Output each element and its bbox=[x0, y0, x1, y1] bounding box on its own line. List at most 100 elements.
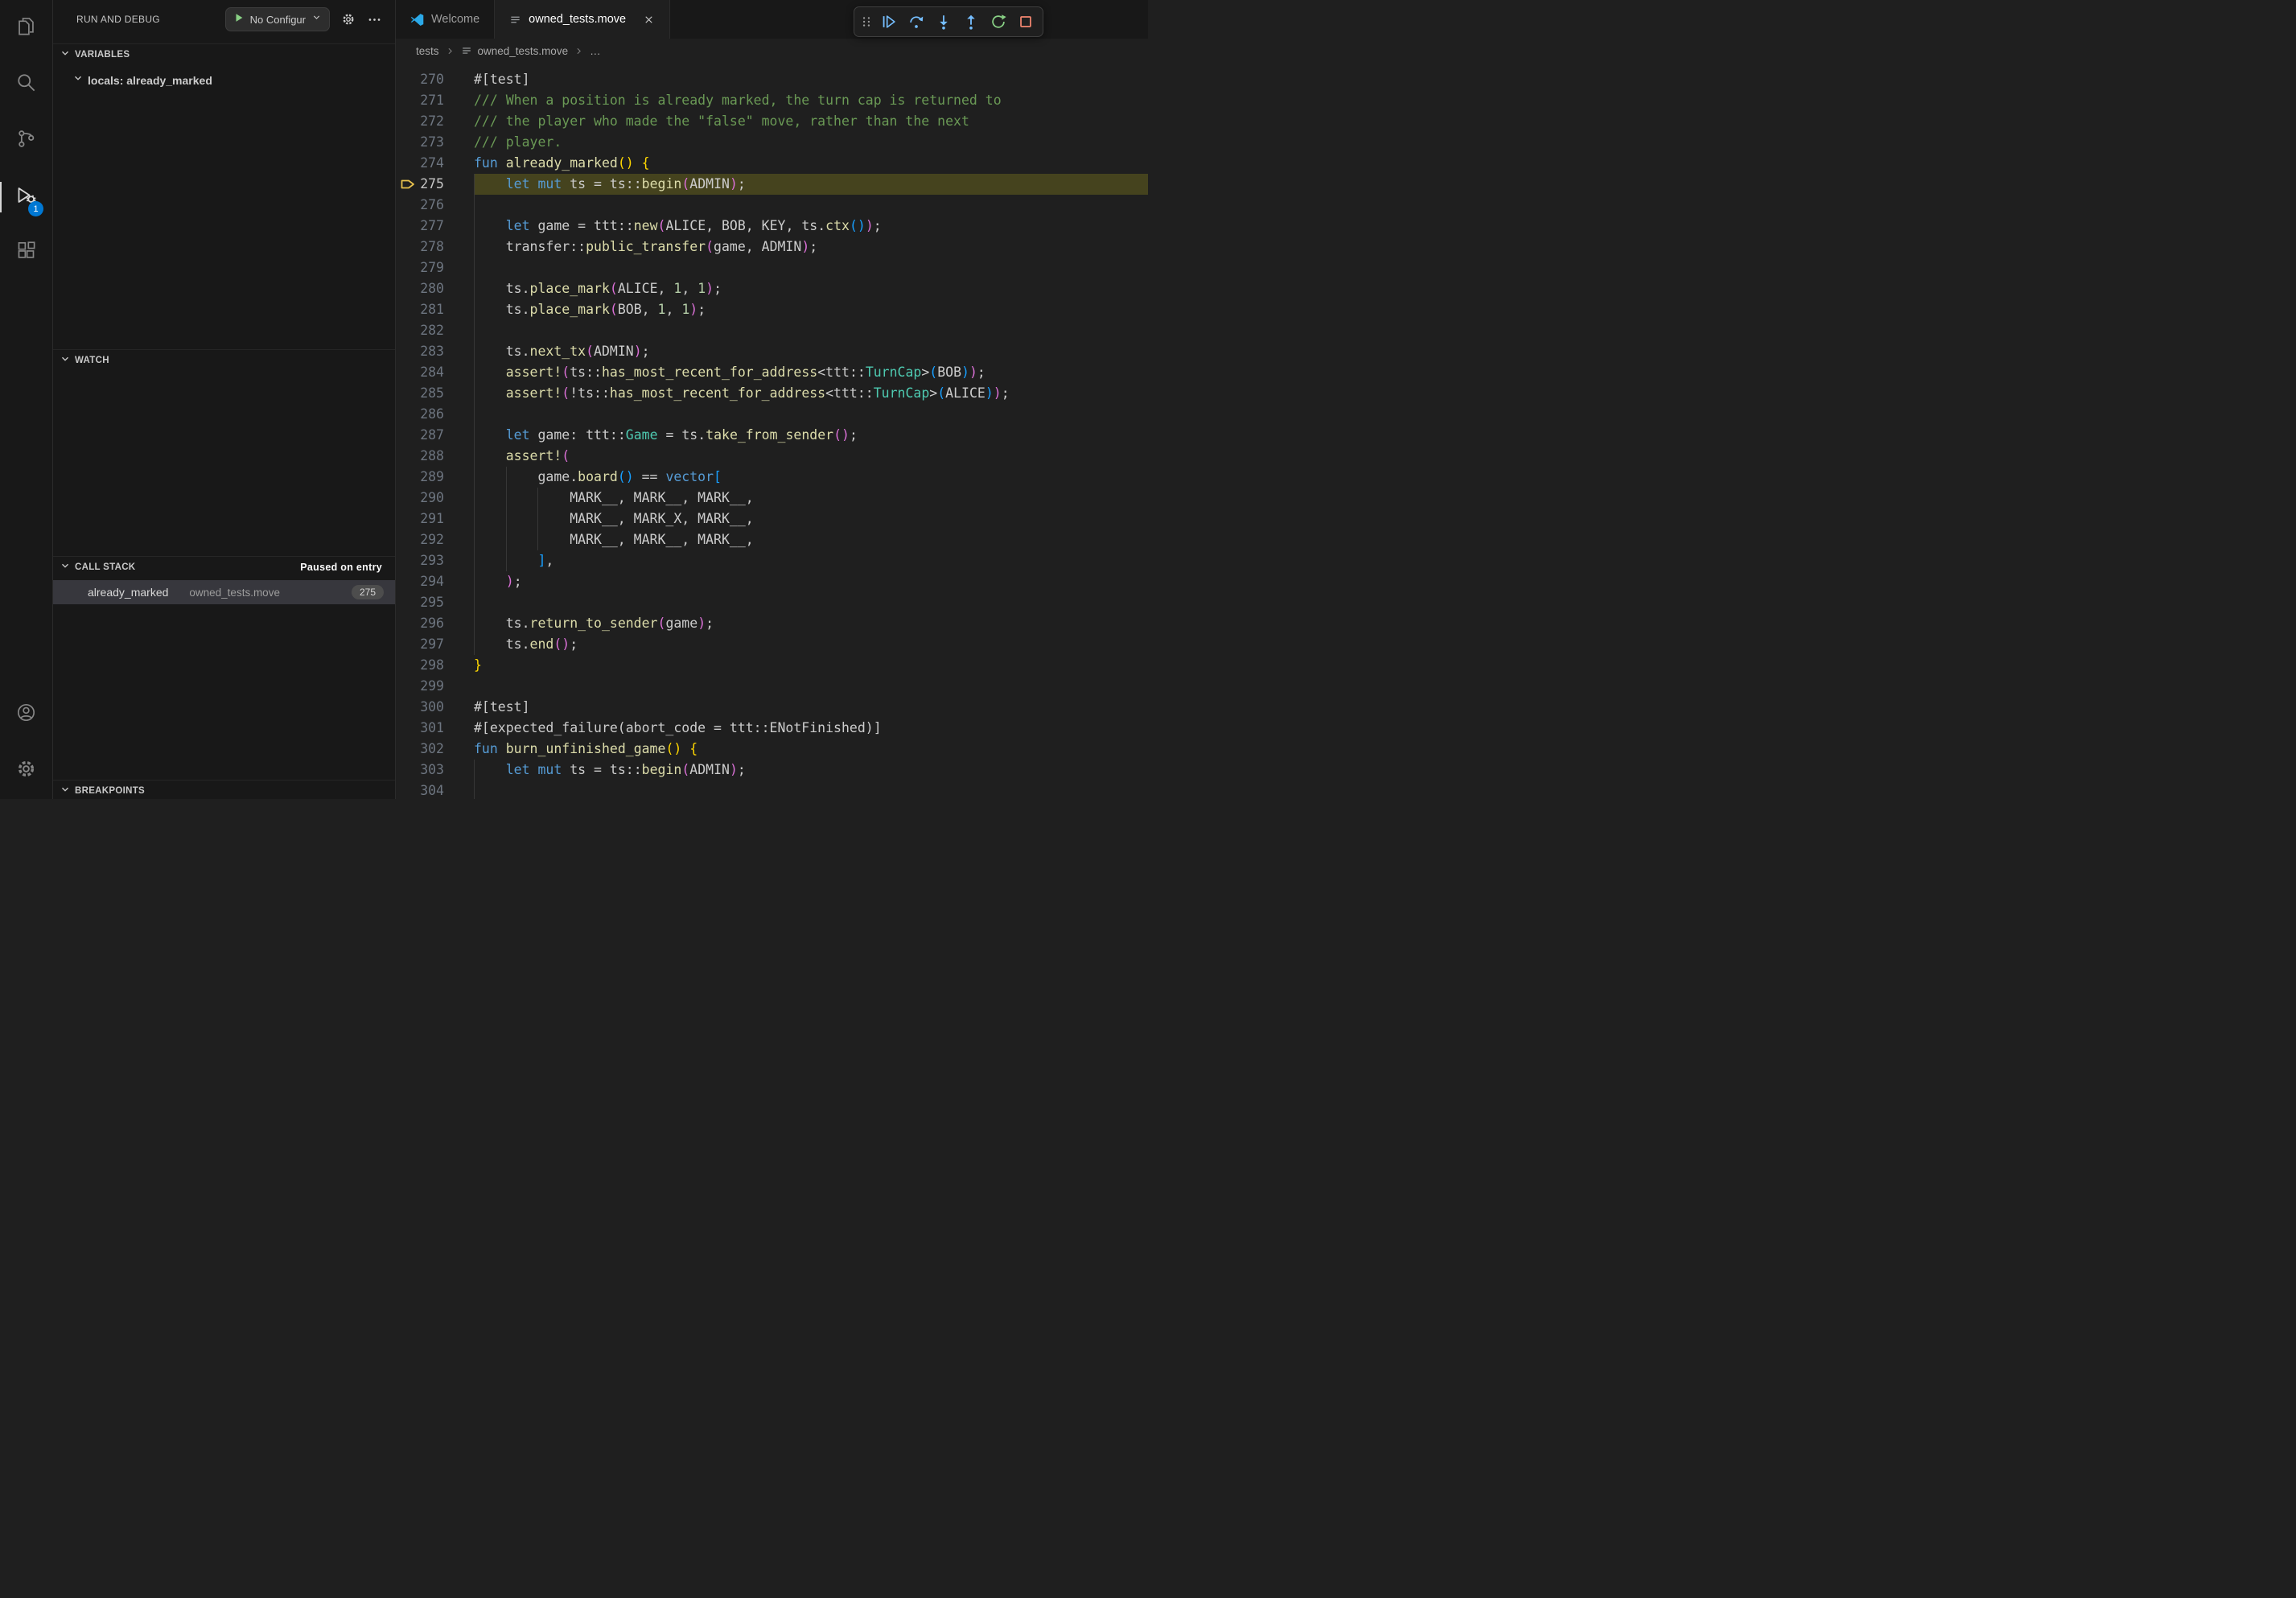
line-number[interactable]: 273 bbox=[396, 132, 444, 153]
line-number[interactable]: 297 bbox=[396, 634, 444, 655]
code-line[interactable]: 270#[test] bbox=[396, 69, 1148, 90]
code-line[interactable]: 300#[test] bbox=[396, 697, 1148, 718]
line-number[interactable]: 300 bbox=[396, 697, 444, 718]
step-into-button[interactable] bbox=[930, 8, 957, 35]
call-stack-frame[interactable]: already_marked owned_tests.move 275 bbox=[53, 580, 395, 604]
watch-section-header[interactable]: WATCH bbox=[53, 350, 395, 370]
code-line[interactable]: 282 bbox=[396, 320, 1148, 341]
variables-section-header[interactable]: VARIABLES bbox=[53, 44, 395, 64]
stop-button[interactable] bbox=[1012, 8, 1039, 35]
code-line[interactable]: 276 bbox=[396, 195, 1148, 216]
code-line[interactable]: 281 ts.place_mark(BOB, 1, 1); bbox=[396, 299, 1148, 320]
code-line[interactable]: 286 bbox=[396, 404, 1148, 425]
variables-scope-locals[interactable]: locals: already_marked bbox=[53, 70, 395, 90]
line-number[interactable]: 279 bbox=[396, 257, 444, 278]
code-line[interactable]: 293 ], bbox=[396, 550, 1148, 571]
tab-owned-tests-move[interactable]: owned_tests.move bbox=[495, 0, 670, 39]
line-number[interactable]: 271 bbox=[396, 90, 444, 111]
breadcrumb-file[interactable]: owned_tests.move bbox=[478, 45, 569, 57]
code-line[interactable]: 290 MARK__, MARK__, MARK__, bbox=[396, 488, 1148, 509]
code-line[interactable]: 287 let game: ttt::Game = ts.take_from_s… bbox=[396, 425, 1148, 446]
line-number[interactable]: 288 bbox=[396, 446, 444, 467]
code-line[interactable]: 294 ); bbox=[396, 571, 1148, 592]
code-editor[interactable]: 270#[test]271/// When a position is alre… bbox=[396, 63, 1148, 799]
code-line[interactable]: 303 let mut ts = ts::begin(ADMIN); bbox=[396, 760, 1148, 780]
code-line[interactable]: 296 ts.return_to_sender(game); bbox=[396, 613, 1148, 634]
line-number[interactable]: 270 bbox=[396, 69, 444, 90]
breadcrumb-folder[interactable]: tests bbox=[416, 45, 439, 57]
activity-search[interactable] bbox=[0, 56, 52, 113]
line-number[interactable]: 299 bbox=[396, 676, 444, 697]
line-number[interactable]: 281 bbox=[396, 299, 444, 320]
code-line[interactable]: 271/// When a position is already marked… bbox=[396, 90, 1148, 111]
line-number[interactable]: 296 bbox=[396, 613, 444, 634]
code-line[interactable]: 284 assert!(ts::has_most_recent_for_addr… bbox=[396, 362, 1148, 383]
code-line[interactable]: 277 let game = ttt::new(ALICE, BOB, KEY,… bbox=[396, 216, 1148, 237]
code-line[interactable]: 274fun already_marked() { bbox=[396, 153, 1148, 174]
line-number[interactable]: 298 bbox=[396, 655, 444, 676]
code-line[interactable]: 289 game.board() == vector[ bbox=[396, 467, 1148, 488]
line-number[interactable]: 276 bbox=[396, 195, 444, 216]
breakpoints-section-header[interactable]: BREAKPOINTS bbox=[53, 780, 395, 801]
line-number[interactable]: 287 bbox=[396, 425, 444, 446]
more-actions-icon[interactable] bbox=[367, 12, 382, 27]
activity-source-control[interactable] bbox=[0, 113, 52, 169]
code-line[interactable]: 299 bbox=[396, 676, 1148, 697]
debug-config-dropdown[interactable]: No Configur bbox=[225, 7, 330, 31]
code-line[interactable]: 272/// the player who made the "false" m… bbox=[396, 111, 1148, 132]
line-number[interactable]: 272 bbox=[396, 111, 444, 132]
line-number[interactable]: 304 bbox=[396, 780, 444, 799]
line-number[interactable]: 277 bbox=[396, 216, 444, 237]
line-number[interactable]: 291 bbox=[396, 509, 444, 529]
code-line[interactable]: 279 bbox=[396, 257, 1148, 278]
line-number[interactable]: 286 bbox=[396, 404, 444, 425]
code-line[interactable]: 295 bbox=[396, 592, 1148, 613]
activity-extensions[interactable] bbox=[0, 225, 52, 282]
restart-button[interactable] bbox=[985, 8, 1012, 35]
code-line[interactable]: 273/// player. bbox=[396, 132, 1148, 153]
line-number[interactable]: 292 bbox=[396, 529, 444, 550]
line-number[interactable]: 302 bbox=[396, 739, 444, 760]
code-line[interactable]: 278 transfer::public_transfer(game, ADMI… bbox=[396, 237, 1148, 257]
call-stack-section-header[interactable]: CALL STACK Paused on entry bbox=[53, 557, 395, 577]
line-number[interactable]: 289 bbox=[396, 467, 444, 488]
line-number[interactable]: 294 bbox=[396, 571, 444, 592]
line-number[interactable]: 274 bbox=[396, 153, 444, 174]
code-line[interactable]: 301#[expected_failure(abort_code = ttt::… bbox=[396, 718, 1148, 739]
toolbar-gripper-icon[interactable] bbox=[858, 8, 875, 35]
debug-gear-icon[interactable] bbox=[341, 12, 356, 27]
code-line[interactable]: 302fun burn_unfinished_game() { bbox=[396, 739, 1148, 760]
code-line[interactable]: 283 ts.next_tx(ADMIN); bbox=[396, 341, 1148, 362]
code-line[interactable]: 297 ts.end(); bbox=[396, 634, 1148, 655]
activity-explorer[interactable] bbox=[0, 0, 52, 56]
line-number[interactable]: 303 bbox=[396, 760, 444, 780]
activity-settings[interactable] bbox=[0, 743, 52, 799]
line-number[interactable]: 278 bbox=[396, 237, 444, 257]
code-line[interactable]: 275 let mut ts = ts::begin(ADMIN); bbox=[396, 174, 1148, 195]
activity-run-and-debug[interactable]: 1 bbox=[0, 169, 52, 225]
line-number[interactable]: 284 bbox=[396, 362, 444, 383]
code-line[interactable]: 288 assert!( bbox=[396, 446, 1148, 467]
line-number[interactable]: 295 bbox=[396, 592, 444, 613]
code-line[interactable]: 280 ts.place_mark(ALICE, 1, 1); bbox=[396, 278, 1148, 299]
line-number[interactable]: 293 bbox=[396, 550, 444, 571]
line-number[interactable]: 283 bbox=[396, 341, 444, 362]
line-number[interactable]: 282 bbox=[396, 320, 444, 341]
line-number[interactable]: 285 bbox=[396, 383, 444, 404]
code-line[interactable]: 291 MARK__, MARK_X, MARK__, bbox=[396, 509, 1148, 529]
line-number[interactable]: 290 bbox=[396, 488, 444, 509]
code-line[interactable]: 285 assert!(!ts::has_most_recent_for_add… bbox=[396, 383, 1148, 404]
close-tab-icon[interactable] bbox=[643, 14, 655, 26]
breadcrumb-symbol[interactable]: … bbox=[590, 45, 601, 57]
line-number[interactable]: 301 bbox=[396, 718, 444, 739]
step-over-button[interactable] bbox=[903, 8, 930, 35]
activity-accounts[interactable] bbox=[0, 686, 52, 743]
code-line[interactable]: 292 MARK__, MARK__, MARK__, bbox=[396, 529, 1148, 550]
indent-guide bbox=[474, 216, 475, 237]
tab-welcome[interactable]: Welcome bbox=[396, 0, 495, 39]
code-line[interactable]: 298} bbox=[396, 655, 1148, 676]
step-out-button[interactable] bbox=[957, 8, 985, 35]
code-line[interactable]: 304 bbox=[396, 780, 1148, 799]
line-number[interactable]: 280 bbox=[396, 278, 444, 299]
continue-button[interactable] bbox=[875, 8, 903, 35]
